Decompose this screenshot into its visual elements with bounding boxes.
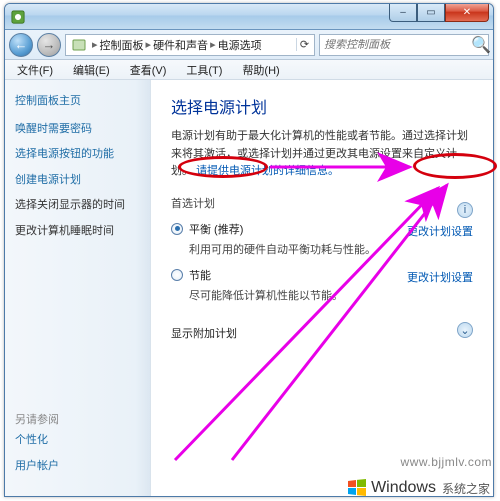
sidebar-link-display-off[interactable]: 选择关闭显示器的时间: [15, 198, 140, 213]
change-plan-settings-balanced[interactable]: 更改计划设置: [397, 221, 473, 239]
sidebar-link-sleep[interactable]: 更改计算机睡眠时间: [15, 224, 140, 239]
windows-logo-icon: [347, 478, 367, 498]
plan-row-saver: 节能 尽可能降低计算机性能以节能。 更改计划设置: [171, 267, 473, 303]
preferred-plans-heading: 首选计划: [171, 195, 473, 211]
address-bar: ← → ▸ 控制面板 ▸ 硬件和声音 ▸ 电源选项 ⟳ 🔍: [5, 30, 493, 60]
content-area: 控制面板主页 唤醒时需要密码 选择电源按钮的功能 创建电源计划 选择关闭显示器的…: [5, 80, 493, 496]
minimize-button[interactable]: –: [389, 4, 417, 22]
breadcrumb-segment[interactable]: 控制面板: [100, 37, 144, 53]
menu-bar: 文件(F) 编辑(E) 查看(V) 工具(T) 帮助(H): [5, 60, 493, 80]
breadcrumb[interactable]: ▸ 控制面板 ▸ 硬件和声音 ▸ 电源选项 ⟳: [65, 34, 315, 56]
search-input[interactable]: [320, 39, 471, 51]
chevron-right-icon[interactable]: ▸: [208, 38, 218, 51]
sidebar: 控制面板主页 唤醒时需要密码 选择电源按钮的功能 创建电源计划 选择关闭显示器的…: [5, 80, 151, 496]
plan-title-saver: 节能: [189, 267, 397, 283]
menu-edit[interactable]: 编辑(E): [65, 60, 118, 80]
radio-saver[interactable]: [171, 269, 183, 281]
brand-text: Windows: [371, 479, 436, 497]
breadcrumb-root-icon: [72, 38, 86, 52]
search-box[interactable]: 🔍: [319, 34, 489, 56]
show-additional-plans[interactable]: 显示附加计划: [171, 325, 473, 341]
radio-balanced[interactable]: [171, 223, 183, 235]
sidebar-link-create-plan[interactable]: 创建电源计划: [15, 173, 140, 188]
window-buttons: – ▭ ✕: [389, 4, 489, 22]
sidebar-link-power-button[interactable]: 选择电源按钮的功能: [15, 147, 140, 162]
control-panel-icon: [11, 10, 25, 24]
menu-tools[interactable]: 工具(T): [178, 60, 230, 80]
brand-logo: Windows 系统之家: [347, 478, 490, 498]
maximize-button[interactable]: ▭: [417, 4, 445, 22]
plan-title-balanced: 平衡 (推荐): [189, 221, 397, 237]
close-button[interactable]: ✕: [445, 4, 489, 22]
sidebar-see-also-heading: 另请参阅: [15, 411, 59, 427]
sidebar-bottom: 另请参阅 个性化 用户帐户: [15, 411, 59, 484]
plan-row-balanced: 平衡 (推荐) 利用可用的硬件自动平衡功耗与性能。 更改计划设置: [171, 221, 473, 257]
plan-desc-saver: 尽可能降低计算机性能以节能。: [189, 287, 397, 303]
sidebar-link-personalize[interactable]: 个性化: [15, 433, 59, 448]
plan-desc-balanced: 利用可用的硬件自动平衡功耗与性能。: [189, 241, 397, 257]
page-heading: 选择电源计划: [171, 94, 473, 118]
titlebar[interactable]: – ▭ ✕: [5, 4, 493, 30]
menu-file[interactable]: 文件(F): [9, 60, 61, 80]
sidebar-link-user-accounts[interactable]: 用户帐户: [15, 459, 59, 474]
brand-subtext: 系统之家: [442, 480, 490, 497]
back-button[interactable]: ←: [9, 33, 33, 57]
sidebar-home-link[interactable]: 控制面板主页: [15, 92, 140, 108]
menu-view[interactable]: 查看(V): [122, 60, 175, 80]
change-plan-settings-saver[interactable]: 更改计划设置: [397, 267, 473, 285]
refresh-icon[interactable]: ⟳: [296, 38, 312, 51]
breadcrumb-segment[interactable]: 硬件和声音: [153, 37, 208, 53]
chevron-right-icon[interactable]: ▸: [90, 38, 100, 51]
sidebar-link-password[interactable]: 唤醒时需要密码: [15, 122, 140, 137]
search-icon[interactable]: 🔍: [471, 35, 491, 55]
description-link[interactable]: 请提供电源计划的详细信息。: [196, 165, 339, 177]
window-frame: – ▭ ✕ ← → ▸ 控制面板 ▸ 硬件和声音 ▸ 电源选项 ⟳ 🔍 文件(F…: [4, 3, 494, 497]
chevron-right-icon[interactable]: ▸: [144, 38, 154, 51]
info-icon[interactable]: i: [457, 202, 473, 218]
forward-button[interactable]: →: [37, 33, 61, 57]
main-panel: 选择电源计划 电源计划有助于最大化计算机的性能或者节能。通过选择计划来将其激活，…: [151, 80, 493, 496]
breadcrumb-segment[interactable]: 电源选项: [218, 37, 262, 53]
expand-icon[interactable]: ⌄: [457, 322, 473, 338]
page-description: 电源计划有助于最大化计算机的性能或者节能。通过选择计划来将其激活，或选择计划并通…: [171, 128, 473, 181]
menu-help[interactable]: 帮助(H): [234, 60, 287, 80]
